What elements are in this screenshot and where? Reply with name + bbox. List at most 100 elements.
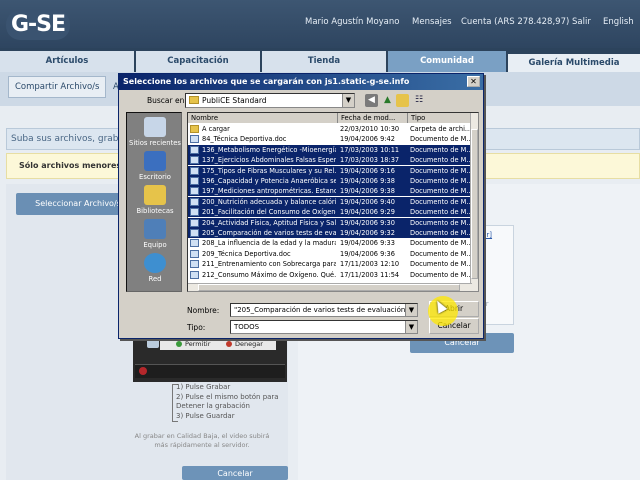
new-folder-icon[interactable] xyxy=(396,94,409,107)
file-name: 205_Comparación de varios tests de eval.… xyxy=(202,229,336,237)
file-row[interactable]: 84_Técnica Deportiva.doc 19/04/2006 9:42 D… xyxy=(188,134,472,144)
file-name: 204_Actividad Física, Aptitud Física y S… xyxy=(202,218,336,227)
tab-comunidad[interactable]: Comunidad xyxy=(388,51,506,72)
share-files-button[interactable]: Compartir Archivo/s xyxy=(8,76,107,98)
allow-button[interactable]: Permitir xyxy=(174,339,210,349)
file-date: 17/11/2003 12:10 xyxy=(340,260,400,269)
file-type: Carpeta de archi... xyxy=(410,125,472,133)
user-name-link[interactable]: Mario Agustín Moyano xyxy=(305,17,399,27)
file-date: 19/04/2006 9:33 xyxy=(340,239,395,248)
file-date: 17/03/2003 10:11 xyxy=(340,145,400,154)
deny-button[interactable]: Denegar xyxy=(224,339,263,349)
place-libraries[interactable]: Bibliotecas xyxy=(127,185,183,215)
file-type: Documento de M... xyxy=(410,208,472,217)
file-row[interactable]: 200_Nutrición adecuada y balance calóric… xyxy=(188,196,472,207)
file-type: Documento de M... xyxy=(410,135,472,144)
file-type: Documento de M... xyxy=(410,177,472,185)
document-icon xyxy=(190,249,199,258)
horizontal-scrollbar[interactable] xyxy=(188,283,472,291)
view-menu-icon[interactable]: ☷ xyxy=(411,94,427,107)
place-network[interactable]: Red xyxy=(127,253,183,283)
document-icon xyxy=(190,260,199,269)
file-row[interactable]: 196_Capacidad y Potencia Anaeróbica se..… xyxy=(188,176,472,186)
back-icon[interactable]: ◀ xyxy=(365,94,378,107)
up-folder-icon[interactable]: ▲ xyxy=(381,94,394,107)
block-icon xyxy=(226,341,232,347)
vertical-scrollbar[interactable] xyxy=(470,113,478,291)
file-open-dialog: Seleccione los archivos que se cargarán … xyxy=(118,73,484,339)
file-row[interactable]: 175_Tipos de Fibras Musculares y su Rel.… xyxy=(188,165,472,176)
file-name: 84_Técnica Deportiva.doc xyxy=(202,135,287,144)
place-computer[interactable]: Equipo xyxy=(127,219,183,249)
file-type-select[interactable]: TODOS ▼ xyxy=(230,320,418,334)
place-desktop[interactable]: Escritorio xyxy=(127,151,183,181)
file-name: 209_Técnica Deportiva.doc xyxy=(202,249,291,258)
tab-articulos[interactable]: Artículos xyxy=(0,51,134,72)
logout-link[interactable]: Salir xyxy=(572,17,591,27)
document-icon xyxy=(190,166,199,175)
scroll-thumb[interactable] xyxy=(471,129,478,279)
dialog-titlebar[interactable]: Seleccione los archivos que se cargarán … xyxy=(119,74,483,90)
site-logo[interactable]: G-SE xyxy=(6,10,70,40)
file-row[interactable]: 209_Técnica Deportiva.doc 19/04/2006 9:36… xyxy=(188,249,472,259)
document-icon xyxy=(190,197,199,206)
language-link[interactable]: English xyxy=(603,17,634,27)
close-icon[interactable]: ✕ xyxy=(467,76,480,87)
document-icon xyxy=(190,156,199,165)
account-link[interactable]: Cuenta (ARS 278.428,97) xyxy=(461,17,569,27)
chevron-down-icon[interactable]: ▼ xyxy=(405,321,417,333)
file-name: 136_Metabolismo Energético -Mioenergía..… xyxy=(202,145,336,154)
document-icon xyxy=(190,208,199,217)
place-recent[interactable]: Sitios recientes xyxy=(127,117,183,147)
file-list[interactable]: Nombre Fecha de mod... Tipo A cargar 22/0… xyxy=(187,112,479,292)
quality-note: Al grabar en Calidad Baja, el video subi… xyxy=(134,432,270,449)
file-type: Documento de M... xyxy=(410,260,472,269)
libraries-icon xyxy=(144,185,166,205)
file-date: 22/03/2010 10:30 xyxy=(340,125,400,133)
file-date: 19/04/2006 9:40 xyxy=(340,197,395,206)
file-row[interactable]: A cargar 22/03/2010 10:30 Carpeta de archi… xyxy=(188,124,472,134)
recording-steps: 1) Pulse Grabar 2) Pulse el mismo botón … xyxy=(176,383,279,420)
flash-permission-bar: Permitir Denegar xyxy=(160,338,276,350)
folder-icon xyxy=(190,125,199,133)
tab-tienda[interactable]: Tienda xyxy=(262,51,386,72)
file-list-header: Nombre Fecha de mod... Tipo xyxy=(188,113,474,123)
file-name-field[interactable]: "205_Comparación de varios tests de eval… xyxy=(230,303,418,317)
column-date[interactable]: Fecha de mod... xyxy=(338,113,408,123)
file-type: Documento de M... xyxy=(410,187,472,196)
cancel-recording-button[interactable]: Cancelar xyxy=(182,466,288,480)
file-row[interactable]: 205_Comparación de varios tests de eval.… xyxy=(188,228,472,238)
file-row[interactable]: 204_Actividad Física, Aptitud Física y S… xyxy=(188,217,472,228)
chevron-down-icon[interactable]: ▼ xyxy=(405,304,417,316)
document-icon xyxy=(190,187,199,196)
file-row[interactable]: 208_La influencia de la edad y la madura… xyxy=(188,238,472,248)
look-in-combo[interactable]: PubliCE Standard ▼ xyxy=(185,93,355,108)
file-type: Documento de M... xyxy=(410,229,472,237)
file-name: 197_Mediciones antropométricas. Estand..… xyxy=(202,187,336,196)
file-name: 212_Consumo Máximo de Oxígeno. Qué... xyxy=(202,270,336,279)
file-row[interactable]: 211_Entrenamiento con Sobrecarga para...… xyxy=(188,259,472,269)
file-row[interactable]: 197_Mediciones antropométricas. Estand..… xyxy=(188,186,472,197)
tab-capacitacion[interactable]: Capacitación xyxy=(136,51,260,72)
network-icon xyxy=(144,253,166,273)
file-type: Documento de M... xyxy=(410,156,472,165)
file-name: 137_Ejercicios Abdominales Falsas Esper.… xyxy=(202,156,336,165)
column-type[interactable]: Tipo xyxy=(408,113,474,123)
record-icon[interactable] xyxy=(139,367,147,375)
chevron-down-icon[interactable]: ▼ xyxy=(342,94,354,107)
file-name: 211_Entrenamiento con Sobrecarga para... xyxy=(202,260,336,269)
column-name[interactable]: Nombre xyxy=(188,113,338,123)
document-icon xyxy=(190,177,199,185)
messages-link[interactable]: Mensajes xyxy=(412,17,452,27)
file-row[interactable]: 137_Ejercicios Abdominales Falsas Esper.… xyxy=(188,155,472,166)
file-row[interactable]: 201_Facilitación del Consumo de Oxígeno.… xyxy=(188,207,472,218)
recent-places-icon xyxy=(144,117,166,137)
tab-galeria-multimedia[interactable]: Galería Multimedia xyxy=(508,54,640,72)
computer-icon xyxy=(144,219,166,239)
file-row[interactable]: 136_Metabolismo Energético -Mioenergía..… xyxy=(188,144,472,155)
hscroll-thumb[interactable] xyxy=(198,284,460,291)
document-icon xyxy=(190,270,199,279)
file-date: 19/04/2006 9:42 xyxy=(340,135,395,144)
file-row[interactable]: 212_Consumo Máximo de Oxígeno. Qué... 17/… xyxy=(188,270,472,280)
site-header: G-SE Mario Agustín Moyano Mensajes Cuent… xyxy=(0,0,640,48)
